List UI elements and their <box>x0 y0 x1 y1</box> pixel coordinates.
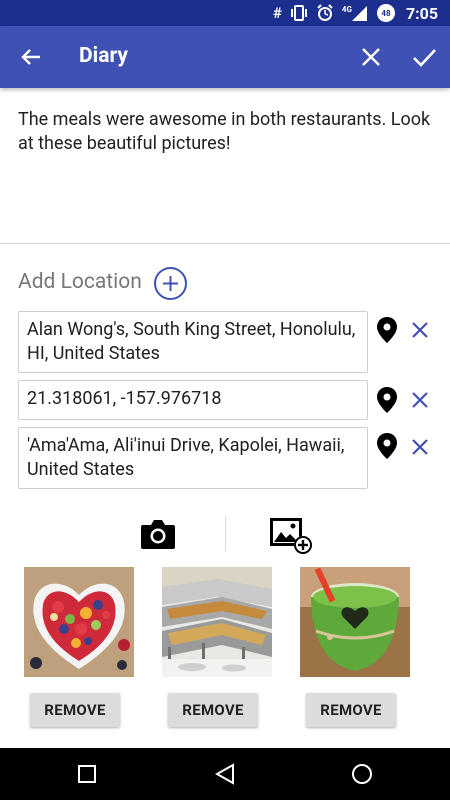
signal-indicator: 4G <box>342 5 368 21</box>
status-icons: # 4G 48 7:05 <box>273 0 450 26</box>
battery-level: 48 <box>381 8 391 18</box>
photo-thumbnail-buffet <box>162 567 272 677</box>
add-location-label: Add Location <box>18 270 142 294</box>
remove-photo-button[interactable]: REMOVE <box>306 693 396 727</box>
photo-thumbnail-fruit-bowl <box>24 567 134 677</box>
remove-location-icon[interactable] <box>410 437 430 457</box>
camera-icon[interactable] <box>139 517 177 551</box>
remove-photo-button[interactable]: REMOVE <box>30 693 120 727</box>
location-pin-icon[interactable] <box>375 386 399 414</box>
alarm-icon <box>317 4 333 21</box>
system-nav-bar <box>0 748 450 800</box>
media-divider <box>225 517 226 551</box>
signal-icon <box>351 6 367 21</box>
location-field[interactable]: 21.318061, -157.976718 <box>18 380 368 420</box>
check-icon[interactable] <box>408 41 440 73</box>
add-photo-icon[interactable] <box>268 515 314 555</box>
recent-apps-icon[interactable] <box>78 765 96 783</box>
location-pin-icon[interactable] <box>375 432 399 460</box>
page-title: Diary <box>79 44 128 68</box>
remove-location-icon[interactable] <box>410 390 430 410</box>
divider <box>0 243 450 244</box>
hash-icon: # <box>273 4 282 22</box>
battery-icon: 48 <box>376 3 396 23</box>
clock: 7:05 <box>405 3 438 23</box>
arrow-back-icon[interactable] <box>14 40 48 74</box>
location-field[interactable]: Alan Wong's, South King Street, Honolulu… <box>18 311 368 373</box>
remove-location-icon[interactable] <box>410 320 430 340</box>
photo-thumbnail-smoothie <box>300 567 410 677</box>
home-icon[interactable] <box>351 763 373 785</box>
location-pin-icon[interactable] <box>375 316 399 344</box>
app-bar: Diary <box>0 26 450 88</box>
vibrate-icon <box>290 5 307 21</box>
status-bar: # 4G 48 7:05 <box>0 0 450 26</box>
remove-photo-button[interactable]: REMOVE <box>168 693 258 727</box>
nav-back-icon[interactable] <box>215 763 235 785</box>
diary-note-text[interactable]: The meals were awesome in both restauran… <box>18 108 438 156</box>
close-icon[interactable] <box>357 43 385 71</box>
location-field[interactable]: 'Ama'Ama, Ali'inui Drive, Kapolei, Hawai… <box>18 427 368 489</box>
add-location-button[interactable] <box>153 266 188 301</box>
